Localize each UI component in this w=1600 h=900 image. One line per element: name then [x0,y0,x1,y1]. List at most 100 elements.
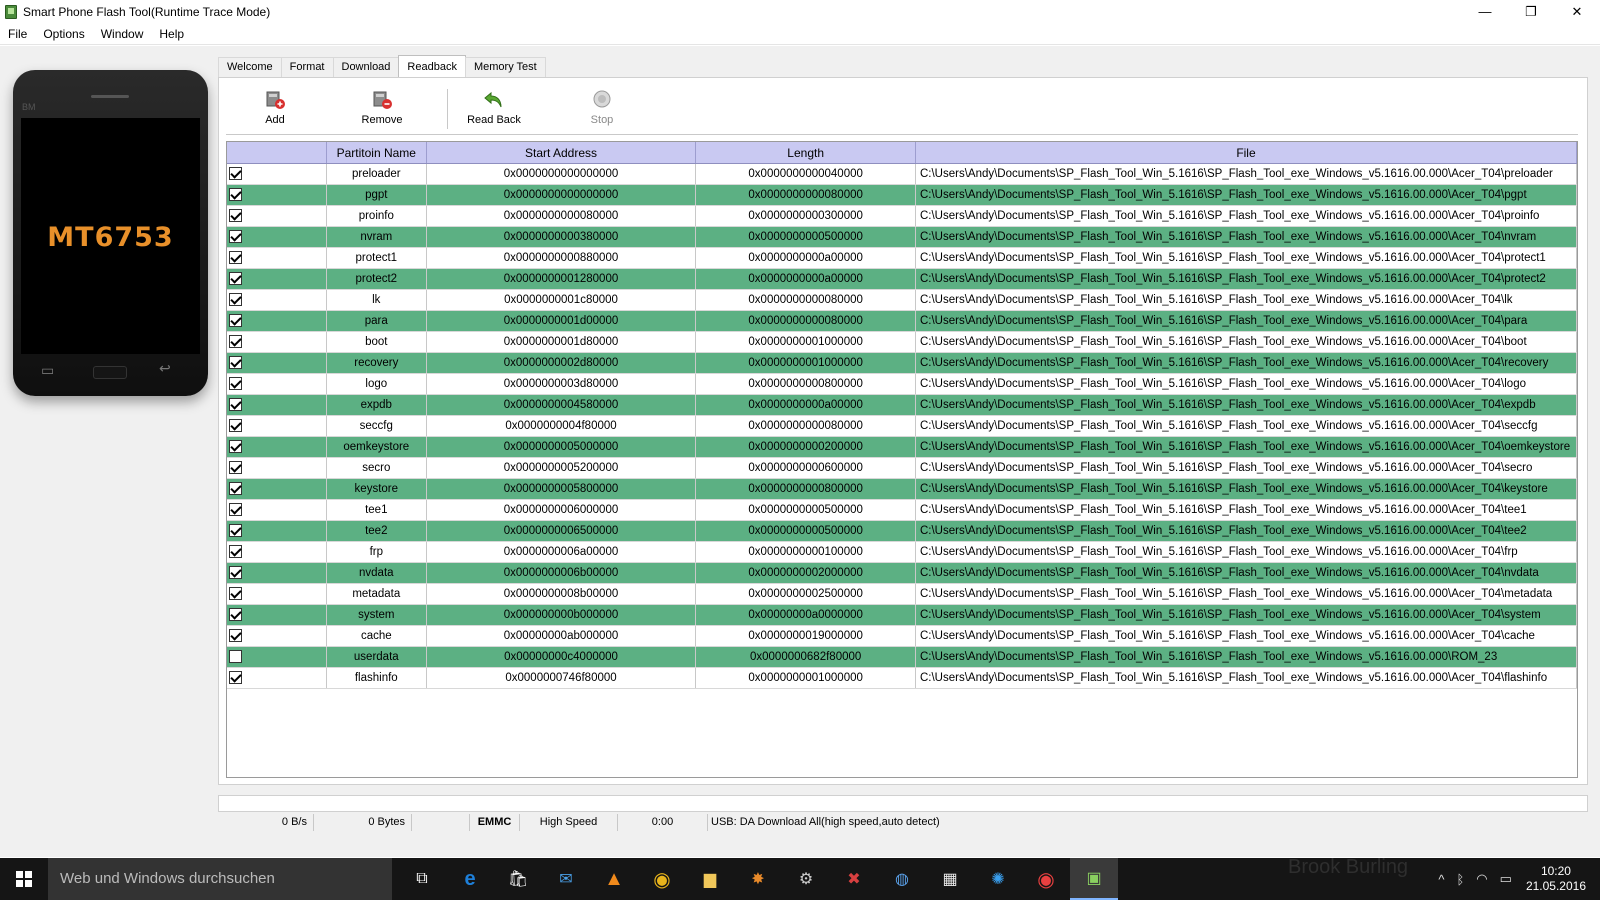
length-cell: 0x00000000a0000000 [696,605,916,625]
table-row[interactable]: nvram 0x0000000000380000 0x000000000050000… [227,227,1577,248]
start-address-cell: 0x0000000001c80000 [427,290,697,310]
chrome-icon-2[interactable]: ◉ [1022,858,1070,900]
tab-readback[interactable]: Readback [398,55,466,77]
row-checkbox[interactable] [229,482,242,495]
table-row[interactable]: secro 0x0000000005200000 0x000000000060000… [227,458,1577,479]
menu-window[interactable]: Window [93,23,152,45]
partition-name-cell: secro [327,458,427,478]
table-row[interactable]: para 0x0000000001d00000 0x0000000000080000… [227,311,1577,332]
row-checkbox[interactable] [229,461,242,474]
thunderbird-icon[interactable]: ✉ [542,858,590,900]
table-row[interactable]: tee1 0x0000000006000000 0x0000000000500000… [227,500,1577,521]
vlc-icon[interactable]: ▲ [590,858,638,900]
store-icon[interactable]: 🛍 [494,858,542,900]
notification-icon[interactable]: ▭ [1500,871,1512,887]
table-row[interactable]: protect1 0x0000000000880000 0x0000000000a0… [227,248,1577,269]
tab-format[interactable]: Format [280,57,334,77]
table-row[interactable]: logo 0x0000000003d80000 0x0000000000800000… [227,374,1577,395]
app-icon-paw[interactable]: ✸ [734,858,782,900]
app-icon-globe[interactable]: ◍ [878,858,926,900]
length-cell: 0x0000000000200000 [696,437,916,457]
table-row[interactable]: system 0x000000000b000000 0x00000000a00000… [227,605,1577,626]
row-checkbox[interactable] [229,398,242,411]
row-checkbox[interactable] [229,293,242,306]
table-row[interactable]: preloader 0x0000000000000000 0x00000000000… [227,164,1577,185]
row-checkbox[interactable] [229,314,242,327]
row-checkbox[interactable] [229,209,242,222]
app-icon-tool[interactable]: ⚙ [782,858,830,900]
table-row[interactable]: metadata 0x0000000008b00000 0x000000000250… [227,584,1577,605]
tab-download[interactable]: Download [332,57,400,77]
table-row[interactable]: userdata 0x00000000c4000000 0x0000000682f8… [227,647,1577,668]
edge-icon[interactable]: e [446,858,494,900]
row-checkbox[interactable] [229,419,242,432]
table-row[interactable]: frp 0x0000000006a00000 0x0000000000100000 C… [227,542,1577,563]
row-checkbox[interactable] [229,545,242,558]
row-checkbox[interactable] [229,587,242,600]
app-icon-grid[interactable]: ▦ [926,858,974,900]
row-checkbox[interactable] [229,251,242,264]
row-checkbox[interactable] [229,440,242,453]
bluetooth-icon[interactable]: ᛒ [1456,872,1464,887]
table-row[interactable]: nvdata 0x0000000006b00000 0x00000000020000… [227,563,1577,584]
row-checkbox[interactable] [229,608,242,621]
app-icon-ex[interactable]: ✖ [830,858,878,900]
table-row[interactable]: recovery 0x0000000002d80000 0x000000000100… [227,353,1577,374]
app-icon-sun[interactable]: ✺ [974,858,1022,900]
add-button[interactable]: Add [240,89,310,126]
tab-welcome[interactable]: Welcome [218,57,282,77]
header-length[interactable]: Length [696,142,916,163]
header-check[interactable] [227,142,327,163]
task-view-icon[interactable]: ⧉ [398,858,446,900]
row-checkbox[interactable] [229,650,242,663]
wifi-icon[interactable]: ◠ [1476,871,1487,887]
clock[interactable]: 10:20 21.05.2016 [1526,864,1586,894]
chrome-icon[interactable]: ◉ [638,858,686,900]
minimize-button[interactable]: — [1462,0,1508,23]
table-row[interactable]: pgpt 0x0000000000000000 0x0000000000080000… [227,185,1577,206]
menu-help[interactable]: Help [151,23,192,45]
table-row[interactable]: protect2 0x0000000001280000 0x0000000000a0… [227,269,1577,290]
length-cell: 0x0000000000080000 [696,416,916,436]
table-row[interactable]: flashinfo 0x0000000746f80000 0x00000000010… [227,668,1577,689]
row-checkbox[interactable] [229,503,242,516]
row-checkbox[interactable] [229,629,242,642]
start-button[interactable] [0,858,48,900]
row-checkbox[interactable] [229,671,242,684]
menu-options[interactable]: Options [35,23,92,45]
row-checkbox[interactable] [229,167,242,180]
row-checkbox[interactable] [229,377,242,390]
row-checkbox[interactable] [229,230,242,243]
table-row[interactable]: keystore 0x0000000005800000 0x000000000080… [227,479,1577,500]
table-row[interactable]: seccfg 0x0000000004f80000 0x00000000000800… [227,416,1577,437]
header-file[interactable]: File [916,142,1577,163]
table-row[interactable]: lk 0x0000000001c80000 0x0000000000080000 C:… [227,290,1577,311]
row-checkbox[interactable] [229,272,242,285]
row-checkbox[interactable] [229,335,242,348]
read-back-button[interactable]: Read Back [459,89,529,126]
table-row[interactable]: cache 0x00000000ab000000 0x000000001900000… [227,626,1577,647]
partition-name-cell: nvdata [327,563,427,583]
row-checkbox[interactable] [229,188,242,201]
file-explorer-icon[interactable]: ▆ [686,858,734,900]
tray-expand-icon[interactable]: ^ [1438,872,1444,887]
table-row[interactable]: proinfo 0x0000000000080000 0x0000000000300… [227,206,1577,227]
table-row[interactable]: boot 0x0000000001d80000 0x0000000001000000… [227,332,1577,353]
tab-memory-test[interactable]: Memory Test [464,57,546,77]
menu-file[interactable]: File [0,23,35,45]
row-checkbox[interactable] [229,356,242,369]
restore-button[interactable]: ❐ [1508,0,1554,23]
close-button[interactable]: ✕ [1554,0,1600,23]
table-row[interactable]: expdb 0x0000000004580000 0x0000000000a0000… [227,395,1577,416]
row-checkbox[interactable] [229,524,242,537]
header-partition-name[interactable]: Partitoin Name [327,142,427,163]
back-key-icon: ↩ [159,360,171,376]
header-start-address[interactable]: Start Address [427,142,697,163]
flash-tool-task-icon[interactable]: ▣ [1070,858,1118,900]
stop-button[interactable]: Stop [567,89,637,126]
row-checkbox[interactable] [229,566,242,579]
remove-button[interactable]: Remove [347,89,417,126]
taskbar-search[interactable]: Web und Windows durchsuchen [48,858,392,900]
table-row[interactable]: oemkeystore 0x0000000005000000 0x000000000… [227,437,1577,458]
table-row[interactable]: tee2 0x0000000006500000 0x0000000000500000… [227,521,1577,542]
